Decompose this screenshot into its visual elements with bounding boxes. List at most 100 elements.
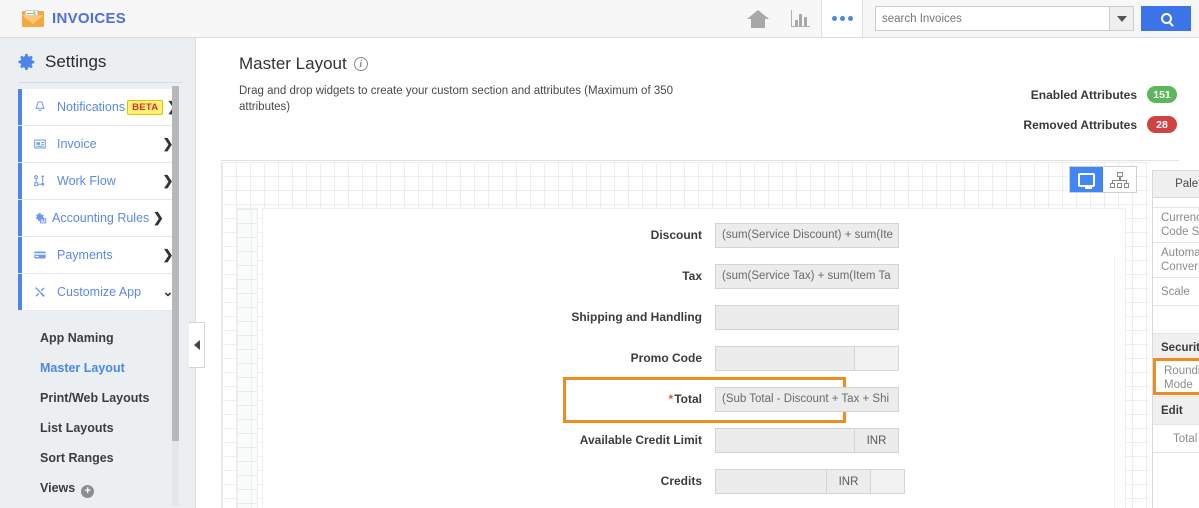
table-row[interactable]: Automatic Conversion On [1153, 242, 1199, 278]
sidebar-item-invoice[interactable]: Invoice ❯ [18, 126, 177, 163]
currency-suffix: INR [855, 428, 899, 453]
field-blank-cell [855, 346, 899, 371]
app-logo-group[interactable]: $ INVOICES [0, 9, 126, 28]
property-key: Scale [1153, 277, 1199, 306]
removed-attributes-badge: 28 [1147, 116, 1177, 133]
enabled-attributes-label: Enabled Attributes [1030, 87, 1137, 102]
inspector-top-spacer [1153, 198, 1199, 208]
home-icon [747, 9, 769, 28]
field-input[interactable] [715, 305, 899, 330]
field-row-discount: Discount (sum(Service Discount) + sum(It… [563, 223, 1093, 248]
layout-canvas[interactable]: Discount (sum(Service Discount) + sum(It… [221, 162, 1149, 508]
page-subtitle: Drag and drop widgets to create your cus… [239, 85, 674, 113]
field-input[interactable] [715, 346, 855, 371]
sidebar-nav-list: Notifications BETA ❯ Invoice ❯ Work Flow… [0, 89, 195, 311]
field-row-promo-code: Promo Code [563, 346, 1093, 371]
table-section-edit: Edit [1153, 396, 1199, 425]
field-input[interactable] [715, 469, 827, 494]
header-divider [221, 160, 1179, 161]
workflow-icon [30, 174, 50, 188]
field-input[interactable]: (sum(Service Tax) + sum(Item Ta [715, 264, 899, 289]
sidebar-item-label: Accounting Rules [52, 211, 150, 225]
field-control[interactable] [715, 305, 899, 330]
required-asterisk: * [668, 392, 674, 406]
sidebar-item-customize-app[interactable]: Customize App ⌄ [18, 274, 177, 311]
sitemap-icon [1109, 171, 1130, 188]
field-blank-cell [871, 469, 905, 494]
field-control[interactable]: (sum(Service Discount) + sum(Ite [715, 223, 899, 248]
removed-attributes-label: Removed Attributes [1023, 117, 1137, 132]
rounding-mode-label: Rounding Mode [1164, 365, 1199, 391]
sidebar-item-label: Invoice [57, 137, 97, 151]
tab-palette[interactable]: Palette [1152, 170, 1199, 198]
field-input[interactable]: (sum(Service Discount) + sum(Ite [715, 223, 899, 248]
device-desktop-button[interactable] [1070, 167, 1103, 192]
enabled-attributes-badge: 151 [1147, 86, 1177, 103]
device-tree-button[interactable] [1103, 167, 1136, 192]
field-control[interactable]: INR [715, 469, 905, 494]
field-control[interactable]: (sum(Service Tax) + sum(Item Ta [715, 264, 899, 289]
field-row-shipping-and-handling: Shipping and Handling [563, 305, 1093, 330]
invoice-icon [30, 137, 50, 151]
info-icon[interactable]: i [353, 57, 368, 71]
field-control[interactable]: (Sub Total - Discount + Tax + Shi [715, 387, 899, 412]
property-key [1153, 305, 1199, 334]
home-button[interactable] [737, 0, 779, 37]
table-row[interactable]: Currency Code Source Currency [1153, 208, 1199, 243]
page-title-text: Master Layout [239, 54, 347, 73]
top-header-bar: $ INVOICES [0, 0, 1199, 38]
search-input[interactable] [875, 6, 1110, 31]
attribute-counters: Enabled Attributes 151 Removed Attribute… [1023, 86, 1177, 146]
page-title: Master Layout i [239, 54, 1199, 74]
chevron-left-icon [193, 340, 200, 350]
field-control[interactable] [715, 346, 899, 371]
sidebar-scrollbar-thumb[interactable] [172, 86, 179, 441]
property-key: Total [1153, 424, 1199, 453]
inspector-tabs: Palette Inspector Revisions [1152, 168, 1199, 198]
sidebar-item-accounting-rules[interactable]: Accounting Rules ❯ [18, 200, 177, 237]
currency-suffix: INR [827, 469, 871, 494]
sidebar-item-label: Payments [57, 248, 113, 262]
form-fields: Discount (sum(Service Discount) + sum(It… [563, 223, 1093, 508]
sidebar-item-label: Notifications [57, 100, 126, 114]
chevron-right-icon: ❯ [152, 210, 164, 225]
field-row-total: *Total (Sub Total - Discount + Tax + Shi [563, 377, 1093, 423]
table-row[interactable]: Total [1153, 424, 1199, 453]
search-submit-button[interactable] [1141, 6, 1191, 31]
table-row[interactable]: Scale 2 [1153, 277, 1199, 306]
canvas-scrollbar-track[interactable] [1114, 255, 1125, 508]
accounting-gear-icon [30, 211, 50, 225]
field-label-text: Total [674, 392, 702, 406]
sidebar-collapse-button[interactable] [189, 322, 205, 368]
sidebar-item-notifications[interactable]: Notifications BETA ❯ [18, 89, 178, 126]
search-scope-dropdown[interactable] [1110, 6, 1134, 31]
sidebar-item-payments[interactable]: Payments ❯ [18, 237, 177, 274]
sidebar-divider [18, 82, 183, 83]
field-row-available-credit-limit: Available Credit Limit INR [563, 428, 1093, 453]
property-key: Automatic Conversion [1153, 242, 1199, 278]
monitor-icon [1078, 172, 1095, 189]
field-label: Tax [682, 269, 702, 283]
field-input[interactable] [715, 428, 855, 453]
bar-chart-icon [790, 10, 810, 27]
sidebar-item-label: Work Flow [57, 174, 116, 188]
canvas-section[interactable]: Discount (sum(Service Discount) + sum(It… [262, 208, 1126, 508]
analytics-button[interactable] [779, 0, 821, 37]
search-icon [1160, 13, 1172, 24]
field-label: Available Credit Limit [579, 433, 702, 447]
bell-icon [30, 100, 50, 114]
sidebar-header: Settings [0, 38, 195, 82]
field-label: Credits [660, 474, 702, 488]
field-label: *Total [563, 387, 715, 407]
field-input[interactable]: (Sub Total - Discount + Tax + Shi [715, 387, 899, 412]
main-content: Master Layout i Drag and drop widgets to… [196, 38, 1199, 508]
inspector-panel: Palette Inspector Revisions Currency Cod… [1152, 168, 1199, 508]
inspector-body: Currency Code Source Currency Automatic … [1152, 198, 1199, 508]
envelope-invoice-icon: $ [22, 9, 44, 28]
plus-circle-icon[interactable]: + [81, 485, 95, 498]
more-menu-button[interactable] [821, 0, 863, 37]
table-row-rounding-mode[interactable] [1153, 305, 1199, 334]
field-control[interactable]: INR [715, 428, 899, 453]
sidebar-item-work-flow[interactable]: Work Flow ❯ [18, 163, 177, 200]
field-label: Promo Code [630, 351, 702, 365]
